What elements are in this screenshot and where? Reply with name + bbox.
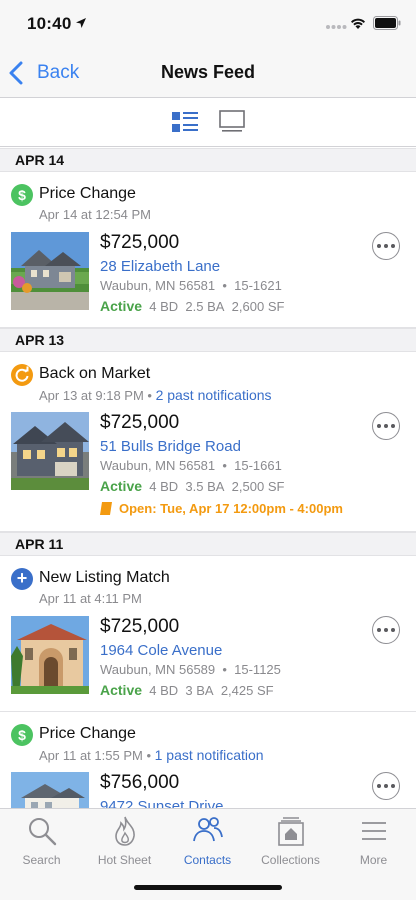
contacts-icon (192, 817, 223, 842)
dollar-icon: $ (11, 724, 33, 746)
listing-mls: 15-1661 (234, 458, 282, 473)
refresh-icon (11, 364, 33, 386)
navigation-bar: Back News Feed (0, 48, 416, 98)
listing-city: Waubun, MN 56581 (100, 458, 216, 473)
listing-mls: 15-1621 (234, 278, 282, 293)
listing-price: $725,000 (100, 412, 180, 433)
listing-city: Waubun, MN 56581 (100, 278, 216, 293)
search-icon (28, 818, 56, 846)
listing-photo[interactable] (11, 232, 89, 310)
listing-specs: Active 4 BD 2.5 BA 2,600 SF (100, 298, 284, 314)
more-options-button[interactable] (372, 412, 400, 440)
listing-status: Active (100, 478, 143, 494)
notification-timestamp: Apr 14 at 12:54 PM (39, 207, 152, 222)
listing-beds: 4 BD (149, 479, 179, 494)
listing-specs: Active 4 BD 3 BA 2,425 SF (100, 682, 274, 698)
listing-photo[interactable] (11, 616, 89, 694)
notification-header: Back on Market Apr 13 at 9:18 PM • 2 pas… (0, 352, 416, 412)
dollar-icon: $ (11, 184, 33, 206)
listing-location: Waubun, MN 56581 • 15-1621 (100, 278, 282, 293)
menu-icon (361, 822, 386, 840)
notification-header: + New Listing Match Apr 11 at 4:11 PM (0, 556, 416, 616)
home-indicator (134, 885, 282, 890)
more-options-button[interactable] (372, 616, 400, 644)
open-house: Open: Tue, Apr 17 12:00pm - 4:00pm (100, 501, 343, 516)
notification-meta: Apr 11 at 1:55 PM • 1 past notification (39, 747, 264, 763)
wifi-icon (351, 18, 365, 29)
tab-label: Hot Sheet (97, 853, 152, 867)
listing-card[interactable]: $725,000 51 Bulls Bridge Road Waubun, MN… (0, 412, 416, 532)
listing-address-link[interactable]: 28 Elizabeth Lane (100, 258, 220, 275)
listing-baths: 3.5 BA (185, 479, 225, 494)
status-time: 10:40 (27, 14, 72, 33)
listing-photo[interactable] (11, 412, 89, 490)
view-toggle (0, 99, 416, 147)
tab-label: Search (22, 853, 61, 867)
date-header: APR 13 (0, 328, 416, 352)
notification-title: Price Change (39, 725, 136, 742)
date-header: APR 11 (0, 532, 416, 556)
location-arrow-icon (76, 18, 86, 28)
listing-sqft: 2,600 SF (231, 299, 285, 314)
more-options-button[interactable] (372, 772, 400, 800)
notification-meta: Apr 13 at 9:18 PM • 2 past notifications (39, 387, 272, 403)
listing-location: Waubun, MN 56589 • 15-1125 (100, 662, 281, 677)
past-notifications-link[interactable]: 2 past notifications (156, 387, 272, 403)
past-notifications-link[interactable]: 1 past notification (155, 747, 264, 763)
notification-title: Back on Market (39, 365, 151, 382)
tab-contacts[interactable]: Contacts (166, 815, 249, 869)
tab-hot-sheet[interactable]: Hot Sheet (83, 815, 166, 869)
listing-address-link[interactable]: 1964 Cole Avenue (100, 642, 222, 659)
card-view-icon[interactable] (219, 110, 245, 134)
listing-sqft: 2,425 SF (220, 683, 274, 698)
collections-icon (277, 817, 304, 846)
listing-city: Waubun, MN 56589 (100, 662, 216, 677)
listing-beds: 4 BD (149, 299, 179, 314)
listing-baths: 3 BA (185, 683, 214, 698)
page-title: News Feed (160, 62, 256, 82)
listing-card[interactable]: $725,000 28 Elizabeth Lane Waubun, MN 56… (0, 232, 416, 328)
tab-label: More (359, 853, 388, 867)
listing-price: $725,000 (100, 232, 180, 253)
listing-mls: 15-1125 (234, 662, 281, 677)
listing-specs: Active 4 BD 3.5 BA 2,500 SF (100, 478, 284, 494)
more-options-button[interactable] (372, 232, 400, 260)
notification-timestamp: Apr 13 at 9:18 PM (39, 388, 144, 403)
tab-collections[interactable]: Collections (249, 815, 332, 869)
listing-card[interactable]: $725,000 1964 Cole Avenue Waubun, MN 565… (0, 616, 416, 712)
listing-address-link[interactable]: 51 Bulls Bridge Road (100, 438, 241, 455)
listing-photo[interactable] (11, 772, 89, 808)
battery-icon (373, 16, 401, 30)
news-feed: APR 14 $ Price Change Apr 14 at 12:54 PM… (0, 148, 416, 808)
signal-dots-icon (326, 25, 347, 29)
listing-price: $756,000 (100, 772, 180, 793)
listing-baths: 2.5 BA (185, 299, 225, 314)
flame-icon (114, 816, 135, 846)
listing-sqft: 2,500 SF (231, 479, 285, 494)
status-bar: 10:40 (0, 0, 416, 48)
notification-timestamp: Apr 11 at 1:55 PM (39, 748, 143, 763)
list-view-icon[interactable] (172, 111, 198, 133)
tab-label: Contacts (183, 853, 232, 867)
notification-header: $ Price Change Apr 11 at 1:55 PM • 1 pas… (0, 712, 416, 772)
listing-price: $725,000 (100, 616, 180, 637)
open-house-sign-icon (100, 502, 112, 515)
tab-bar: Search Hot Sheet Contacts Collections Mo… (0, 808, 416, 900)
listing-beds: 4 BD (149, 683, 179, 698)
listing-address-link[interactable]: 9472 Sunset Drive (100, 798, 223, 808)
tab-search[interactable]: Search (0, 815, 83, 869)
listing-card[interactable]: $756,000 9472 Sunset Drive (0, 772, 416, 808)
tab-more[interactable]: More (332, 815, 415, 869)
notification-header: $ Price Change Apr 14 at 12:54 PM (0, 172, 416, 232)
notification-title: New Listing Match (39, 569, 170, 586)
plus-icon: + (11, 568, 33, 590)
listing-location: Waubun, MN 56581 • 15-1661 (100, 458, 282, 473)
date-header: APR 14 (0, 148, 416, 172)
notification-timestamp: Apr 11 at 4:11 PM (39, 591, 142, 606)
notification-title: Price Change (39, 185, 136, 202)
listing-status: Active (100, 682, 143, 698)
listing-status: Active (100, 298, 143, 314)
open-house-text: Open: Tue, Apr 17 12:00pm - 4:00pm (119, 501, 343, 516)
tab-label: Collections (261, 853, 320, 867)
